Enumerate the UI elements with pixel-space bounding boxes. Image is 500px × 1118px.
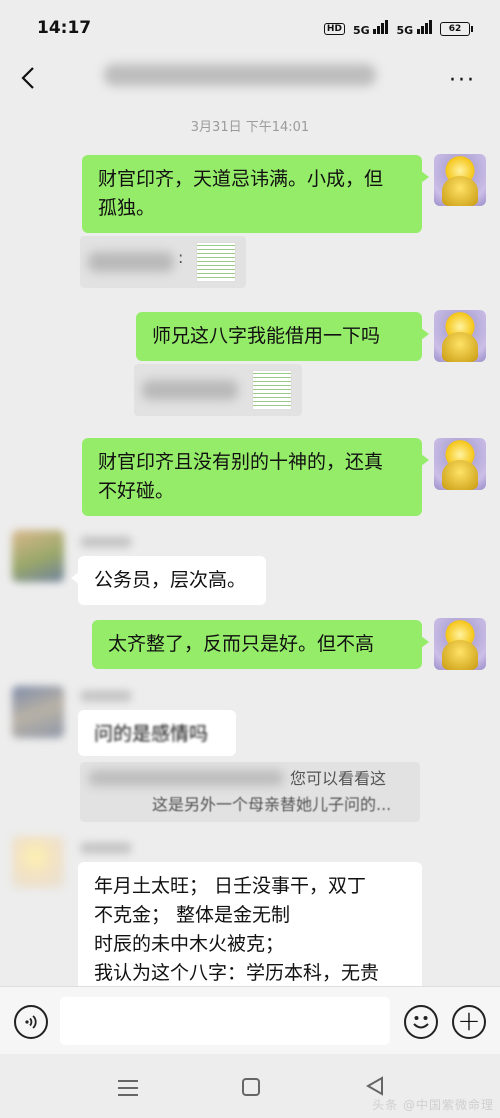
plus-icon: + — [457, 1004, 481, 1037]
signal-5g-icon-2: 5G — [396, 20, 432, 37]
voice-input-button[interactable] — [14, 1005, 48, 1039]
message-timestamp: 3月31日 下午14:01 — [190, 120, 310, 135]
chat-input-bar: + — [0, 986, 500, 1054]
message-bubble-other[interactable]: 公务员，层次高。 — [71, 556, 266, 605]
contact-name-blurred — [80, 536, 132, 548]
voice-icon — [25, 1015, 37, 1029]
message-bubble-mine[interactable]: 财官印齐且没有别的十神的，还真 不好碰。 — [82, 438, 429, 516]
system-navigation-bar: 头条 @中国紫微命理 — [0, 1054, 500, 1118]
chat-header: ··· — [0, 56, 500, 102]
my-avatar[interactable] — [434, 618, 486, 670]
message-bubble-other[interactable]: 问的是感情吗 — [78, 710, 236, 756]
message-bubble-mine[interactable]: 太齐整了，反而只是好。但不高 — [92, 620, 429, 669]
my-avatar[interactable] — [434, 310, 486, 362]
contact-avatar[interactable] — [12, 530, 64, 582]
quoted-message[interactable] — [134, 364, 302, 416]
quoted-text-blurred — [88, 770, 284, 786]
chat-title-blurred — [104, 64, 376, 86]
contact-name-blurred — [80, 842, 132, 854]
message-bubble-mine[interactable]: 财官印齐，天道忌讳满。小成，但 孤独。 — [82, 155, 429, 233]
signal-5g-icon: 5G — [353, 20, 389, 37]
contact-avatar[interactable] — [12, 686, 64, 738]
status-time: 14:17 — [37, 18, 92, 38]
contact-name-blurred — [80, 690, 132, 702]
my-avatar[interactable] — [434, 438, 486, 490]
message-input[interactable] — [60, 997, 390, 1045]
battery-icon: 62 — [440, 21, 473, 36]
message-bubble-mine[interactable]: 师兄这八字我能借用一下吗 — [136, 312, 429, 361]
quoted-message[interactable]: : — [80, 236, 246, 288]
quoted-image-thumbnail[interactable] — [196, 242, 236, 282]
more-options-icon[interactable]: ··· — [449, 68, 476, 93]
back-triangle-icon[interactable] — [366, 1076, 384, 1096]
quoted-text-blurred — [88, 252, 174, 272]
quoted-image-thumbnail[interactable] — [252, 370, 292, 410]
message-bubble-other[interactable]: 年月土太旺； 日壬没事干，双丁 不克金； 整体是金无制 时辰的未中木火被克； 我… — [78, 862, 422, 986]
status-bar: 14:17 HD 5G 5G 62 — [0, 0, 500, 56]
more-functions-button[interactable]: + — [452, 1005, 486, 1039]
my-avatar[interactable] — [434, 154, 486, 206]
hd-icon: HD — [323, 22, 345, 35]
status-icons: HD 5G 5G 62 — [323, 20, 473, 37]
emoji-button[interactable] — [404, 1005, 438, 1039]
home-icon[interactable] — [242, 1078, 260, 1096]
watermark: 头条 @中国紫微命理 — [372, 1098, 494, 1112]
recent-apps-icon[interactable] — [118, 1080, 138, 1101]
smiley-icon — [413, 1016, 429, 1029]
contact-avatar[interactable] — [12, 836, 64, 888]
quoted-message[interactable]: 您可以看看这 这是另外一个母亲替她儿子问的... — [80, 762, 420, 822]
quoted-text-blurred — [142, 380, 238, 400]
back-arrow-icon[interactable] — [16, 64, 44, 92]
